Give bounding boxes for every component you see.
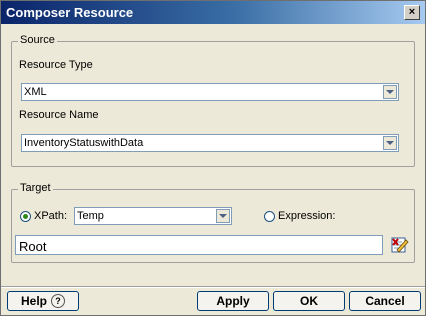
xpath-select[interactable]: Temp xyxy=(74,207,232,225)
composer-resource-dialog: Composer Resource × Source Resource Type… xyxy=(0,0,426,316)
ok-label: OK xyxy=(300,294,318,308)
xpath-dropdown-button[interactable] xyxy=(216,209,230,223)
target-group: Target XPath: Temp Expression: Root xyxy=(11,182,415,263)
resource-name-dropdown-button[interactable] xyxy=(383,136,397,150)
resource-type-select[interactable]: XML xyxy=(21,83,399,101)
resource-type-dropdown-button[interactable] xyxy=(383,85,397,99)
ok-button[interactable]: OK xyxy=(273,291,345,311)
xpath-value: Temp xyxy=(77,210,104,222)
radio-selected-dot xyxy=(23,214,28,219)
resource-name-select[interactable]: InventoryStatuswithData xyxy=(21,134,399,152)
help-button[interactable]: Help ? xyxy=(7,291,79,311)
apply-label: Apply xyxy=(216,294,250,308)
edit-expression-icon[interactable] xyxy=(391,236,409,254)
source-group: Source Resource Type XML Resource Name I… xyxy=(11,34,415,167)
close-button[interactable]: × xyxy=(404,5,420,20)
path-input[interactable]: Root xyxy=(15,235,383,255)
chevron-down-icon xyxy=(386,141,394,145)
expression-radio[interactable] xyxy=(264,211,275,222)
target-legend: Target xyxy=(18,182,53,194)
xpath-radio[interactable] xyxy=(20,211,31,222)
resource-type-label: Resource Type xyxy=(19,59,93,71)
expression-label[interactable]: Expression: xyxy=(278,210,335,222)
question-mark-icon: ? xyxy=(51,294,65,308)
cancel-button[interactable]: Cancel xyxy=(349,291,421,311)
window-title: Composer Resource xyxy=(6,5,134,20)
button-separator xyxy=(1,286,425,288)
chevron-down-icon xyxy=(386,90,394,94)
help-label: Help xyxy=(20,294,47,308)
xpath-label[interactable]: XPath: xyxy=(34,210,67,222)
resource-type-value: XML xyxy=(24,86,47,98)
resource-name-label: Resource Name xyxy=(19,109,99,121)
apply-button[interactable]: Apply xyxy=(197,291,269,311)
close-icon: × xyxy=(408,6,416,18)
title-bar: Composer Resource × xyxy=(1,1,425,24)
source-legend: Source xyxy=(18,34,57,46)
path-value: Root xyxy=(19,239,47,254)
cancel-label: Cancel xyxy=(365,294,405,308)
chevron-down-icon xyxy=(219,214,227,218)
resource-name-value: InventoryStatuswithData xyxy=(24,137,144,149)
